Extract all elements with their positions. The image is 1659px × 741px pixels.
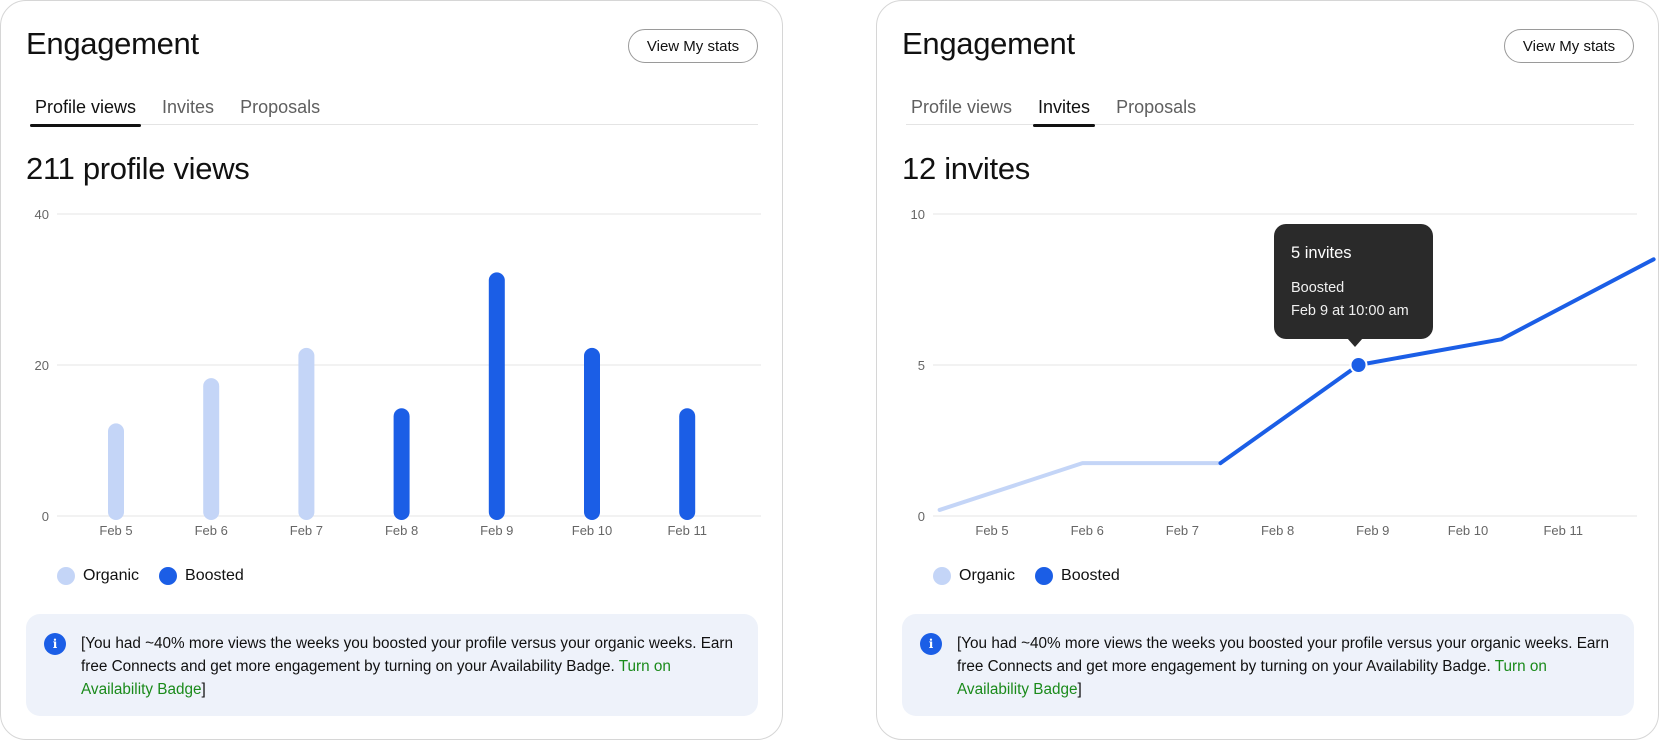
chart-legend: Organic Boosted [933,567,1140,585]
chart-tooltip: 5 invites Boosted Feb 9 at 10:00 am [1274,224,1433,347]
engagement-card-profile-views: Engagement View My stats Profile views I… [0,0,783,740]
invites-line-chart: 0 5 10 Feb 5 Feb 6 Feb 7 Feb 8 Feb 9 Feb 10 Feb 1… [911,207,1656,538]
bar-feb-9 [488,272,505,520]
tab-invites[interactable]: Invites [157,93,219,125]
boosted-dot-icon [159,567,178,585]
x-tick-label: Feb 11 [1543,523,1583,538]
bar-feb-10 [584,347,600,520]
tab-bar: Profile views Invites Proposals [906,93,1634,127]
tab-proposals[interactable]: Proposals [235,93,325,125]
legend-label: Boosted [185,567,244,584]
x-tick-label: Feb 7 [1166,523,1199,538]
y-tick-label: 20 [35,358,49,373]
tab-profile-views[interactable]: Profile views [30,93,142,127]
tooltip-series: Boosted [1291,280,1345,296]
bar-feb-6 [203,378,220,520]
view-my-stats-button[interactable]: View My stats [628,29,758,63]
info-banner: i [You had ~40% more views the weeks you… [26,614,758,716]
info-text: [You had ~40% more views the weeks you b… [957,632,1616,701]
view-my-stats-button[interactable]: View My stats [1504,29,1634,63]
tab-profile-views[interactable]: Profile views [906,93,1017,125]
info-icon: i [44,633,66,655]
info-bracket: ] [1077,681,1082,698]
info-text: [You had ~40% more views the weeks you b… [81,632,740,701]
bar-feb-5 [108,423,124,520]
legend-item-organic: Organic [57,567,139,585]
info-bracket: ] [201,681,206,698]
legend-label: Boosted [1061,567,1120,584]
legend-label: Organic [83,567,140,584]
y-tick-label: 0 [918,509,925,524]
legend-item-boosted: Boosted [159,567,244,585]
card-title: Engagement [902,26,1075,61]
x-tick-label: Feb 6 [195,523,228,538]
y-tick-label: 10 [911,207,925,222]
organic-dot-icon [933,567,951,585]
x-tick-label: Feb 5 [99,523,132,538]
highlight-point [1349,356,1368,374]
info-icon: i [920,633,942,655]
chart-legend: Organic Boosted [57,567,264,585]
x-tick-label: Feb 8 [1261,523,1294,538]
x-tick-label: Feb 5 [975,523,1008,538]
tooltip-date: Feb 9 at 10:00 am [1291,303,1409,319]
tab-proposals[interactable]: Proposals [1111,93,1201,125]
info-banner: i [You had ~40% more views the weeks you… [902,614,1634,716]
y-tick-label: 0 [42,509,49,524]
x-tick-label: Feb 8 [385,523,418,538]
x-tick-label: Feb 9 [480,523,513,538]
tooltip-title: 5 invites [1291,244,1352,262]
bar-feb-11 [679,408,696,520]
x-tick-label: Feb 10 [572,523,612,538]
boosted-dot-icon [1035,567,1054,585]
y-tick-label: 5 [918,358,925,373]
legend-item-boosted: Boosted [1035,567,1120,585]
invites-total: 12 invites [902,151,1030,186]
engagement-card-invites: Engagement View My stats Profile views I… [876,0,1659,740]
x-tick-label: Feb 11 [667,523,707,538]
bar-feb-8 [393,408,410,520]
legend-item-organic: Organic [933,567,1015,585]
series-line-organic [937,461,1223,512]
profile-views-total: 211 profile views [26,151,250,186]
legend-label: Organic [959,567,1016,584]
tab-bar: Profile views Invites Proposals [30,93,758,127]
card-title: Engagement [26,26,199,61]
organic-dot-icon [57,567,75,585]
x-tick-label: Feb 7 [290,523,323,538]
x-tick-label: Feb 10 [1448,523,1488,538]
x-tick-label: Feb 6 [1071,523,1104,538]
x-tick-label: Feb 9 [1356,523,1389,538]
tab-invites[interactable]: Invites [1033,93,1096,127]
profile-views-bar-chart: 0 20 40 Feb 5 Feb 6 Feb 7 Feb 8 Feb 9 Feb 10 Feb … [35,207,761,538]
bar-feb-7 [298,347,315,520]
y-tick-label: 40 [35,207,49,222]
